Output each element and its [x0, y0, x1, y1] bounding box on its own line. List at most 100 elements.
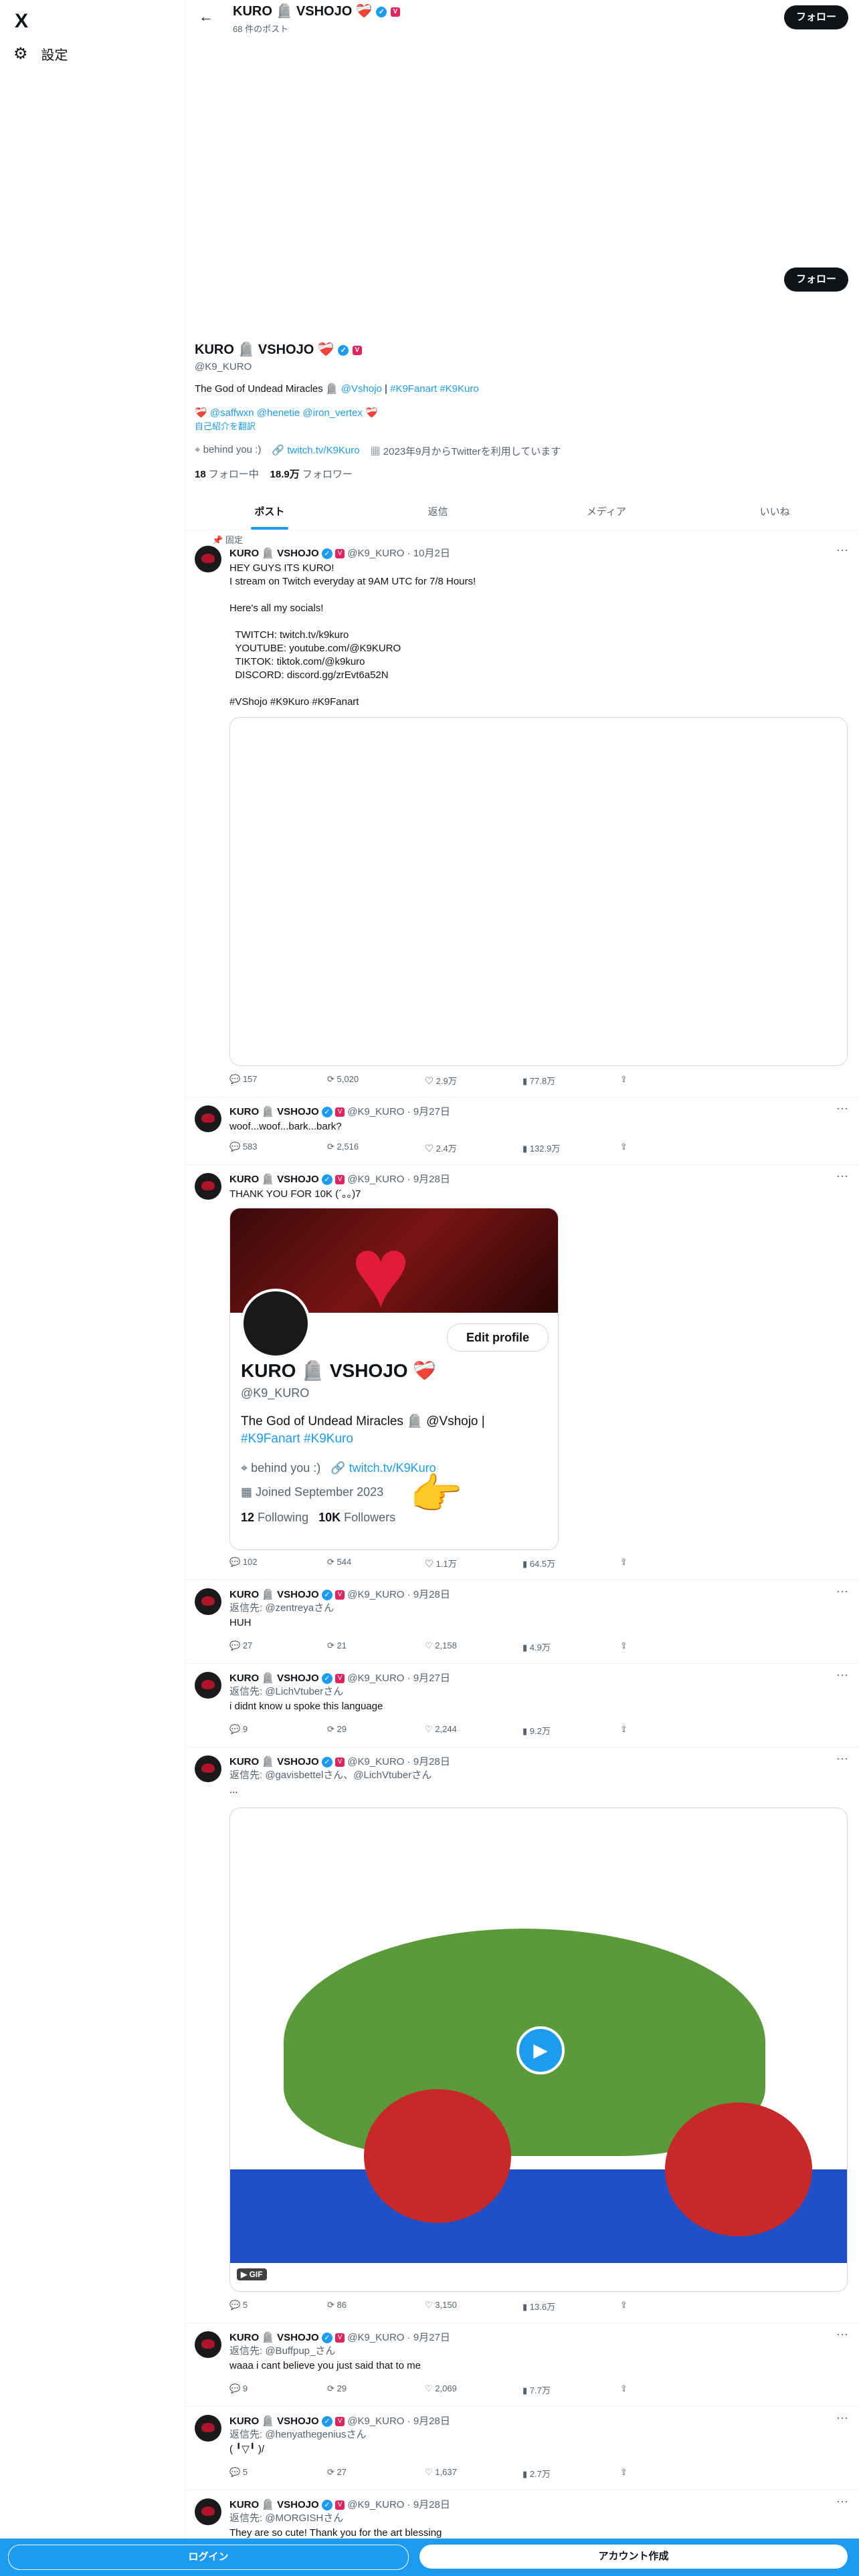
share-icon[interactable]: ⇪ [620, 1724, 628, 1735]
retweet-button[interactable]: ⟳ 544 [327, 1557, 351, 1568]
retweet-button[interactable]: ⟳ 29 [327, 1724, 347, 1735]
views-button[interactable]: ▮ 7.7万 [522, 2383, 551, 2396]
share-icon[interactable]: ⇪ [620, 2300, 628, 2311]
tweet[interactable]: KURO 🪦 VSHOJO ✓ V @K9_KURO · 9月28日 ··· T… [185, 1165, 859, 1580]
share-icon[interactable]: ⇪ [620, 1074, 628, 1085]
avatar[interactable] [195, 1588, 221, 1615]
avatar[interactable] [195, 546, 221, 572]
bio-mentions[interactable]: ❤️‍🩹 @saffwxn @henetie @iron_vertex ❤️‍🩹 [195, 407, 797, 420]
share-icon[interactable]: ⇪ [620, 1640, 628, 1651]
avatar[interactable] [195, 1672, 221, 1699]
more-icon[interactable]: ··· [836, 1169, 848, 1183]
retweet-button[interactable]: ⟳ 5,020 [327, 1074, 359, 1085]
avatar[interactable] [195, 2415, 221, 2442]
views-button[interactable]: ▮ 9.2万 [522, 1724, 551, 1737]
tweet-author-name[interactable]: KURO 🪦 VSHOJO [229, 2332, 319, 2343]
avatar[interactable] [195, 2331, 221, 2358]
back-arrow-icon[interactable]: ← [199, 8, 213, 25]
tab-replies[interactable]: 返信 [354, 495, 522, 530]
share-icon[interactable]: ⇪ [620, 1557, 628, 1568]
more-icon[interactable]: ··· [836, 1584, 848, 1598]
tweet-handle[interactable]: @K9_KURO [347, 2499, 404, 2510]
avatar[interactable] [195, 1755, 221, 1782]
views-button[interactable]: ▮ 2.7万 [522, 2467, 551, 2480]
tweet[interactable]: KURO 🪦 VSHOJO ✓ V @K9_KURO · 9月27日 ··· w… [185, 1097, 859, 1165]
reply-button[interactable]: 💬 102 [229, 1557, 258, 1568]
tab-likes[interactable]: いいね [690, 495, 859, 530]
tweet[interactable]: KURO 🪦 VSHOJO ✓ V @K9_KURO · 9月27日 ··· 返… [185, 2323, 859, 2407]
website-link[interactable]: twitch.tv/K9Kuro [287, 445, 359, 456]
tweet[interactable]: KURO 🪦 VSHOJO ✓ V @K9_KURO · 9月28日 ··· 返… [185, 1580, 859, 1664]
avatar[interactable] [195, 1105, 221, 1132]
reply-button[interactable]: 💬 583 [229, 1142, 258, 1152]
tweet-date[interactable]: 9月28日 [413, 1174, 450, 1185]
signup-button[interactable]: アカウント作成 [419, 2545, 848, 2569]
avatar[interactable] [195, 2498, 221, 2525]
like-button[interactable]: ♡ 2,069 [425, 2383, 457, 2394]
reply-button[interactable]: 💬 27 [229, 1640, 252, 1651]
website[interactable]: 🔗 twitch.tv/K9Kuro [272, 444, 359, 458]
x-logo-icon[interactable]: X [15, 8, 28, 35]
tweet[interactable]: KURO 🪦 VSHOJO ✓ V @K9_KURO · 9月28日 ··· 返… [185, 1747, 859, 2323]
retweet-button[interactable]: ⟳ 29 [327, 2383, 347, 2394]
header-follow-button[interactable]: フォロー [784, 5, 848, 29]
views-button[interactable]: ▮ 64.5万 [522, 1557, 555, 1570]
views-button[interactable]: ▮ 4.9万 [522, 1640, 551, 1653]
tweet-date[interactable]: 9月28日 [413, 2416, 450, 2427]
reply-button[interactable]: 💬 5 [229, 2300, 248, 2311]
like-button[interactable]: ♡ 2,244 [425, 1724, 457, 1735]
tweet-handle[interactable]: @K9_KURO [347, 2332, 404, 2343]
more-icon[interactable]: ··· [836, 543, 848, 557]
like-button[interactable]: ♡ 2.4万 [425, 1142, 457, 1154]
views-button[interactable]: ▮ 132.9万 [522, 1142, 560, 1154]
share-icon[interactable]: ⇪ [620, 2467, 628, 2478]
more-icon[interactable]: ··· [836, 2494, 848, 2508]
bio-mention-link[interactable]: @Vshojo [341, 383, 382, 395]
more-icon[interactable]: ··· [836, 1668, 848, 1682]
login-button[interactable]: ログイン [8, 2545, 409, 2570]
tweet-author-name[interactable]: KURO 🪦 VSHOJO [229, 1106, 319, 1117]
reply-to[interactable]: 返信先: @zentreyaさん [229, 1602, 832, 1615]
tweet-date[interactable]: 9月28日 [413, 1589, 450, 1600]
tweet-handle[interactable]: @K9_KURO [347, 548, 404, 559]
following-link[interactable]: 18 フォロー中 [195, 469, 259, 480]
tweet[interactable]: KURO 🪦 VSHOJO ✓ V @K9_KURO · 9月28日 ··· 返… [185, 2407, 859, 2490]
tweet-author-name[interactable]: KURO 🪦 VSHOJO [229, 2416, 319, 2427]
tweet-date[interactable]: 9月27日 [413, 2332, 450, 2343]
reply-to[interactable]: 返信先: @MORGISHさん [229, 2512, 832, 2525]
reply-button[interactable]: 💬 9 [229, 2383, 248, 2394]
tweet-author-name[interactable]: KURO 🪦 VSHOJO [229, 1589, 319, 1600]
tweet[interactable]: KURO 🪦 VSHOJO ✓ V @K9_KURO · 9月28日 ··· 返… [185, 2490, 859, 2539]
tweet-author-name[interactable]: KURO 🪦 VSHOJO [229, 1673, 319, 1684]
retweet-button[interactable]: ⟳ 27 [327, 2467, 347, 2478]
like-button[interactable]: ♡ 2,158 [425, 1640, 457, 1651]
tweet-gif[interactable]: ▶ ▶ GIF [229, 1808, 848, 2292]
translate-bio-link[interactable]: 自己紹介を翻訳 [195, 420, 797, 433]
tweet-handle[interactable]: @K9_KURO [347, 1174, 404, 1185]
tweet[interactable]: KURO 🪦 VSHOJO ✓ V @K9_KURO · 9月27日 ··· 返… [185, 1664, 859, 1747]
tweet-date[interactable]: 10月2日 [413, 548, 450, 559]
tweet-date[interactable]: 9月28日 [413, 1756, 450, 1767]
reply-to[interactable]: 返信先: @LichVtuberさん [229, 1685, 832, 1699]
tab-posts[interactable]: ポスト [185, 495, 354, 530]
like-button[interactable]: ♡ 1.1万 [425, 1557, 457, 1570]
avatar[interactable] [195, 1173, 221, 1200]
like-button[interactable]: ♡ 3,150 [425, 2300, 457, 2311]
tweet-author-name[interactable]: KURO 🪦 VSHOJO [229, 1174, 319, 1185]
more-icon[interactable]: ··· [836, 1101, 848, 1115]
views-button[interactable]: ▮ 77.8万 [522, 1074, 555, 1087]
more-icon[interactable]: ··· [836, 1751, 848, 1765]
tweet-handle[interactable]: @K9_KURO [347, 1106, 404, 1117]
tab-media[interactable]: メディア [522, 495, 691, 530]
reply-to[interactable]: 返信先: @henyathegeniusさん [229, 2428, 832, 2442]
settings-link[interactable]: ⚙ 設定 [13, 44, 68, 64]
views-button[interactable]: ▮ 13.6万 [522, 2300, 555, 2313]
tweet-author-name[interactable]: KURO 🪦 VSHOJO [229, 2499, 319, 2510]
share-icon[interactable]: ⇪ [620, 1142, 628, 1152]
like-button[interactable]: ♡ 2.9万 [425, 1074, 457, 1087]
tweet-date[interactable]: 9月28日 [413, 2499, 450, 2510]
tweet-author-name[interactable]: KURO 🪦 VSHOJO [229, 548, 319, 559]
play-icon[interactable]: ▶ [516, 2026, 565, 2074]
tweet-handle[interactable]: @K9_KURO [347, 1756, 404, 1767]
more-icon[interactable]: ··· [836, 2411, 848, 2425]
